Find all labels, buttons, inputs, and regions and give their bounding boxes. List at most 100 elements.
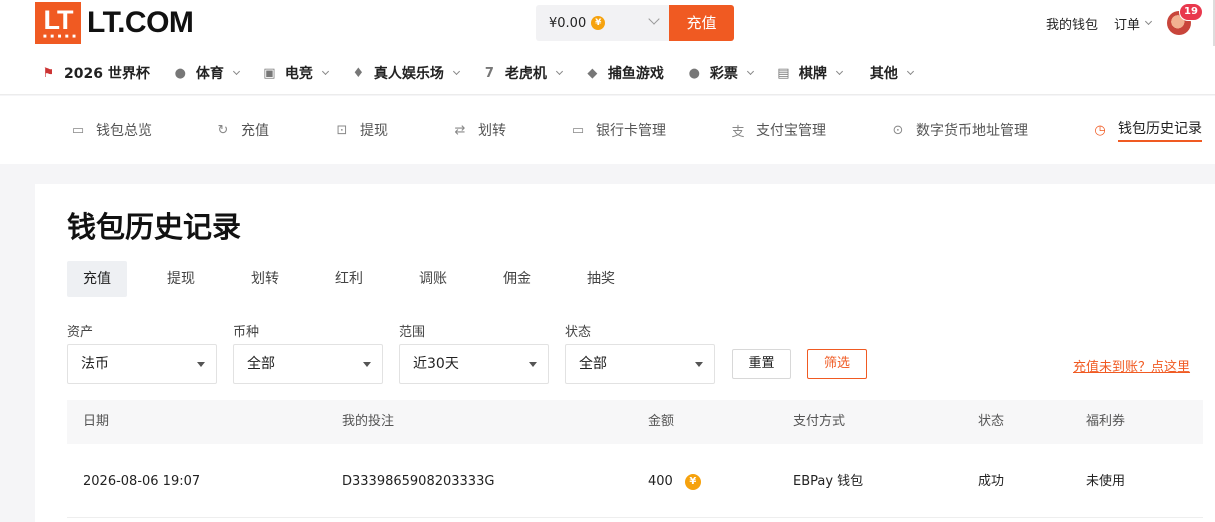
my-wallet-link[interactable]: 我的钱包 — [1046, 14, 1098, 33]
history-panel: 钱包历史记录 充值 提现 划转 红利 调账 佣金 抽奖 资产 法币 币种 全部 … — [35, 184, 1215, 522]
column-header-status: 状态 — [978, 414, 1005, 429]
main-nav: ⚑ 2026 世界杯 ● 体育 ▣ 电竞 ♦ 真人娱乐场 7 老虎机 ◆ 捕鱼游… — [40, 58, 935, 88]
deposit-button[interactable]: 充值 — [669, 5, 734, 41]
column-header-order: 我的投注 — [342, 414, 395, 429]
page-title: 钱包历史记录 — [67, 210, 242, 244]
subnav-wallet-overview[interactable]: ▭ 钱包总览 — [70, 96, 152, 164]
subnav-bank-cards[interactable]: ▭ 银行卡管理 — [570, 96, 666, 164]
top-header: LT ■ ■ ■ ■ ■ LT.COM ¥0.00 ¥ 充值 我的钱包 订单 1… — [0, 0, 1215, 95]
bank-card-icon: ▭ — [571, 122, 585, 138]
orders-dropdown[interactable]: 订单 — [1113, 14, 1153, 33]
asset-filter-label: 资产 — [67, 325, 94, 340]
nav-item-fishing[interactable]: ◆ 捕鱼游戏 — [584, 63, 664, 83]
nav-item-label: 电竞 — [284, 66, 313, 82]
reset-button[interactable]: 重置 — [732, 349, 791, 379]
wallet-balance-dropdown[interactable]: ¥0.00 ¥ — [536, 5, 670, 41]
crypto-address-icon: ⊙ — [892, 122, 904, 138]
subnav-label: 充值 — [241, 123, 269, 139]
orders-label: 订单 — [1113, 17, 1140, 33]
cell-date: 2026-08-06 19:07 — [83, 474, 201, 489]
nav-item-label: 其他 — [869, 66, 898, 82]
subnav-transfer[interactable]: ⇄ 划转 — [452, 96, 506, 164]
subnav-label: 钱包总览 — [96, 123, 152, 139]
logo-mark: LT ■ ■ ■ ■ ■ — [35, 2, 81, 44]
record-type-tabs: 充值 提现 划转 红利 调账 佣金 抽奖 — [67, 261, 655, 297]
cell-payment-method: EBPay 钱包 — [793, 474, 864, 489]
chevron-down-icon — [321, 67, 329, 76]
subnav-label: 数字货币地址管理 — [916, 123, 1028, 139]
wallet-subnav: ▭ 钱包总览 ↻ 充值 ⊡ 提现 ⇄ 划转 ▭ 银行卡管理 支 支付宝管理 ⊙ … — [0, 96, 1215, 164]
caret-down-icon — [529, 362, 537, 367]
tab-commission[interactable]: 佣金 — [487, 261, 547, 297]
subnav-label: 支付宝管理 — [756, 123, 826, 139]
column-header-payment-method: 支付方式 — [793, 414, 846, 429]
ball-icon: ● — [174, 65, 187, 81]
chevron-down-icon — [555, 67, 563, 76]
gamepad-icon: ▣ — [263, 65, 276, 81]
subnav-alipay[interactable]: 支 支付宝管理 — [730, 96, 826, 164]
subnav-label: 划转 — [478, 123, 506, 139]
nav-item-label: 老虎机 — [504, 66, 547, 82]
tab-lucky-draw[interactable]: 抽奖 — [571, 261, 631, 297]
range-filter-label: 范围 — [399, 325, 426, 340]
amount-value: 400 — [648, 474, 673, 489]
deposit-help-link[interactable]: 充值未到账？点这里 — [1073, 356, 1190, 375]
worldcup-icon: ⚑ — [42, 65, 55, 81]
range-select[interactable]: 近30天 — [399, 344, 549, 384]
tab-withdraw[interactable]: 提现 — [151, 261, 211, 297]
nav-item-other[interactable]: 其他 — [869, 63, 914, 83]
nav-item-slots[interactable]: 7 老虎机 — [481, 63, 563, 83]
currency-filter-label: 币种 — [233, 325, 260, 340]
nav-item-label: 捕鱼游戏 — [607, 66, 664, 82]
chevron-down-icon — [1144, 17, 1153, 26]
tab-bonus[interactable]: 红利 — [319, 261, 379, 297]
alipay-icon: 支 — [731, 124, 745, 140]
chevron-down-icon — [648, 13, 660, 25]
tab-transfer[interactable]: 划转 — [235, 261, 295, 297]
notification-badge: 19 — [1179, 3, 1203, 21]
cell-coupon: 未使用 — [1086, 474, 1126, 489]
transfer-icon: ⇄ — [454, 122, 466, 138]
chevron-down-icon — [452, 67, 460, 76]
fish-icon: ◆ — [587, 65, 598, 81]
nav-item-label: 真人娱乐场 — [373, 66, 444, 82]
nav-item-label: 棋牌 — [798, 66, 827, 82]
subnav-label: 提现 — [360, 123, 388, 139]
logo-mark-text: LT — [43, 5, 74, 35]
subnav-deposit[interactable]: ↻ 充值 — [215, 96, 269, 164]
nav-item-live-casino[interactable]: ♦ 真人娱乐场 — [350, 63, 460, 83]
nav-item-esports[interactable]: ▣ 电竞 — [261, 63, 329, 83]
site-logo[interactable]: LT ■ ■ ■ ■ ■ LT.COM — [35, 2, 194, 44]
caret-down-icon — [363, 362, 371, 367]
nav-item-label: 体育 — [195, 66, 224, 82]
currency-select[interactable]: 全部 — [233, 344, 383, 384]
subnav-wallet-history[interactable]: ◷ 钱包历史记录 — [1092, 96, 1202, 164]
cell-status: 成功 — [978, 474, 1005, 489]
nav-item-cards[interactable]: ▤ 棋牌 — [775, 63, 843, 83]
table-header: 日期 我的投注 金额 支付方式 状态 福利券 — [67, 400, 1203, 444]
avatar[interactable]: 19 — [1167, 3, 1203, 35]
chevron-down-icon — [835, 67, 843, 76]
diamond-icon: ♦ — [352, 65, 365, 81]
subnav-withdraw[interactable]: ⊡ 提现 — [334, 96, 388, 164]
nav-item-sports[interactable]: ● 体育 — [172, 63, 240, 83]
filter-button[interactable]: 筛选 — [807, 349, 867, 379]
status-filter-label: 状态 — [565, 325, 592, 340]
wallet-icon: ▭ — [71, 122, 85, 138]
tab-adjustment[interactable]: 调账 — [403, 261, 463, 297]
cell-order-id: D3339865908203333G — [342, 474, 495, 489]
yuan-coin-icon: ¥ — [684, 474, 701, 490]
wallet-balance: ¥0.00 — [549, 15, 587, 31]
cell-amount: 400 ¥ — [648, 444, 701, 520]
tab-deposit[interactable]: 充值 — [67, 261, 127, 297]
subnav-label: 银行卡管理 — [596, 123, 666, 139]
currency-select-value: 全部 — [247, 356, 275, 372]
status-select[interactable]: 全部 — [565, 344, 715, 384]
subnav-crypto-address[interactable]: ⊙ 数字货币地址管理 — [890, 96, 1028, 164]
table-row: 2026-08-06 19:07 D3339865908203333G 400 … — [67, 444, 1203, 518]
column-header-coupon: 福利券 — [1086, 414, 1126, 429]
nav-item-lottery[interactable]: ● 彩票 — [686, 63, 754, 83]
asset-select[interactable]: 法币 — [67, 344, 217, 384]
nav-item-worldcup[interactable]: ⚑ 2026 世界杯 — [40, 63, 150, 83]
chevron-down-icon — [906, 67, 914, 76]
